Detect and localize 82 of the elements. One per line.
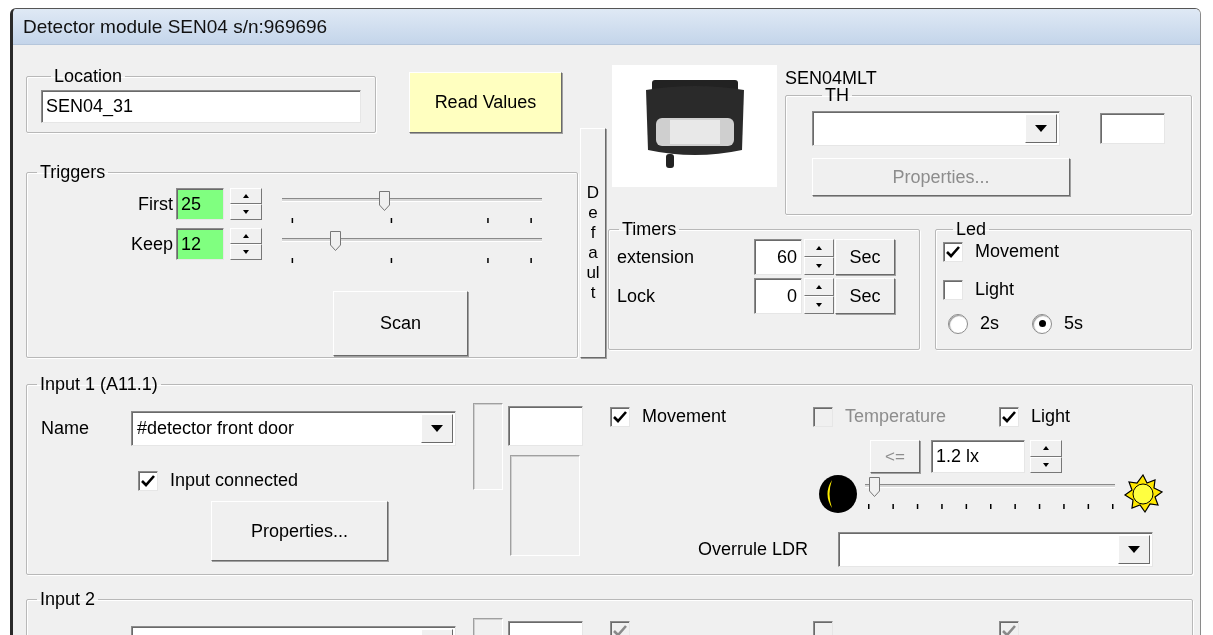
down-arrow-icon [243, 210, 249, 214]
lux-value-field[interactable]: 1.2 lx [931, 440, 1025, 473]
checkbox-label: Light [1031, 406, 1071, 427]
timer-label: extension [616, 246, 696, 268]
checkmark-icon [1002, 625, 1016, 635]
group-label: Location [53, 66, 124, 86]
radio-button[interactable] [948, 313, 968, 334]
checkbox[interactable] [943, 241, 963, 262]
spin-up-button[interactable] [230, 188, 262, 204]
up-arrow-icon [243, 194, 249, 198]
down-arrow-icon [816, 303, 822, 307]
trigger-value-field[interactable]: 12 [176, 228, 224, 260]
checkbox[interactable] [138, 470, 158, 491]
spin-up-button[interactable] [230, 228, 262, 244]
spin-down-button[interactable] [804, 296, 834, 314]
group-label: Triggers [39, 162, 107, 182]
checkbox-label: Light [975, 279, 1015, 300]
checkbox[interactable] [943, 279, 963, 300]
th-dropdown[interactable] [812, 111, 1060, 146]
up-arrow-icon [1043, 446, 1049, 451]
up-arrow-icon [816, 285, 822, 289]
slider-thumb[interactable] [869, 477, 880, 497]
group-label: TH [824, 85, 850, 105]
caret-icon [431, 425, 443, 432]
properties-button[interactable]: Properties... [211, 501, 388, 561]
spin-up-button[interactable] [804, 278, 834, 296]
timer-value-field[interactable]: 0 [754, 278, 802, 314]
trigger-label: Keep [129, 233, 174, 256]
down-arrow-icon [1043, 462, 1049, 467]
spin-down-button[interactable] [230, 204, 262, 220]
caret-icon [1128, 546, 1140, 553]
checkmark-icon [1002, 410, 1016, 423]
checkbox-label: Input connected [170, 470, 299, 491]
unit-button[interactable]: Sec [835, 239, 895, 275]
group-label: Led [955, 219, 988, 239]
down-arrow-icon [816, 264, 822, 268]
slider-thumb[interactable] [378, 191, 390, 211]
read-values-button[interactable]: Read Values [409, 72, 562, 133]
checkbox[interactable] [999, 406, 1019, 427]
default-button[interactable]: Default [580, 128, 606, 358]
group-label: Timers [621, 219, 678, 239]
trigger-label: First [137, 193, 174, 216]
checkbox-label: Movement [642, 406, 727, 427]
unit-button[interactable]: Sec [835, 278, 895, 314]
caret-icon [1035, 125, 1047, 132]
timer-label: Lock [616, 285, 657, 307]
spin-down-button[interactable] [804, 257, 834, 275]
scan-button[interactable]: Scan [333, 291, 468, 356]
checkmark-icon [141, 474, 155, 487]
name-dropdown[interactable]: #detector front door [131, 411, 456, 446]
spin-up-button[interactable] [804, 239, 834, 257]
up-arrow-icon [816, 246, 822, 250]
checkmark-icon [613, 625, 627, 635]
checkbox-label: Movement [975, 241, 1060, 262]
checkbox[interactable] [610, 406, 630, 427]
group-label: Input 1 (A11.1) [39, 374, 159, 394]
down-arrow-icon [243, 250, 249, 254]
radio-label: 2s [980, 313, 999, 334]
overrule-label: Overrule LDR [698, 539, 810, 560]
group-label: Input 2 [39, 589, 97, 609]
checkmark-icon [613, 410, 627, 423]
up-arrow-icon [243, 234, 249, 238]
moon-icon [818, 474, 858, 514]
window-title: Detector module SEN04 s/n:969696 [23, 15, 328, 38]
model-label: SEN04MLT [785, 68, 878, 88]
trigger-value-field[interactable]: 25 [176, 188, 224, 220]
checkbox-label: Temperature [845, 406, 947, 427]
overrule-dropdown[interactable] [838, 532, 1153, 567]
timer-value-field[interactable]: 60 [754, 239, 802, 275]
sun-icon [1123, 474, 1163, 514]
th-value-field[interactable] [1100, 113, 1165, 144]
dropdown-button[interactable] [1118, 535, 1150, 564]
dropdown-button[interactable] [421, 414, 453, 443]
spin-down-button[interactable] [230, 244, 262, 260]
radio-button[interactable] [1032, 313, 1052, 334]
location-field[interactable]: SEN04_31 [41, 90, 361, 123]
spin-up-button[interactable] [1030, 440, 1062, 457]
dropdown-button[interactable] [1025, 114, 1057, 143]
slider-thumb[interactable] [329, 231, 341, 251]
name-label: Name [40, 418, 90, 439]
checkmark-icon [946, 245, 960, 258]
radio-label: 5s [1064, 313, 1083, 334]
